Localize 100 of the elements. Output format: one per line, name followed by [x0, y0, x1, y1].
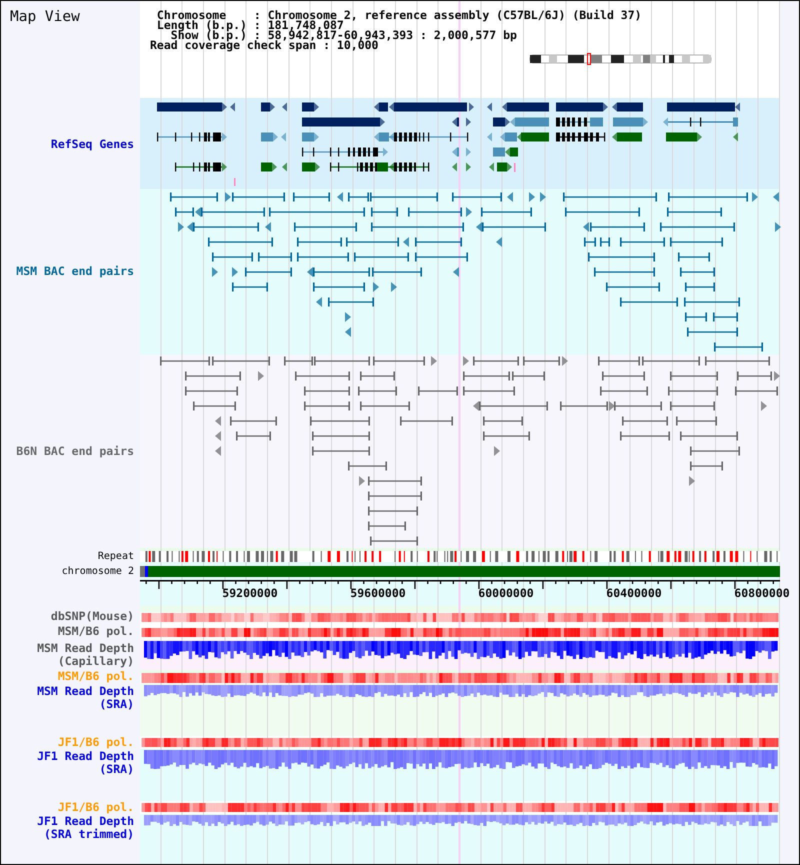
track-label: JF1 Read Depth (SRA) [36, 750, 134, 776]
bac-end-pair [680, 268, 715, 276]
bac-end-pair [452, 192, 502, 202]
bac-end-pair [212, 252, 253, 262]
bac-end-pair [415, 238, 462, 246]
gene-model [302, 102, 319, 112]
gene-model [302, 132, 319, 142]
bac-end-pair [479, 402, 548, 410]
bac-end-pair [348, 462, 387, 470]
bac-end-pair [368, 476, 422, 486]
bac-end-pair [312, 446, 370, 456]
bac-end-pair [620, 298, 678, 306]
bac-end-pair [201, 208, 265, 216]
tick-mark-icon [514, 163, 516, 172]
gene-model [261, 102, 275, 112]
gene-model [489, 162, 512, 172]
bac-end-pair [400, 416, 453, 426]
strand-arrow-icon [230, 102, 235, 112]
bac-end-pair [590, 222, 645, 232]
end-arrow-icon [775, 222, 781, 232]
end-arrow-icon [431, 356, 437, 366]
bac-end-pair [642, 356, 700, 366]
track-label: RefSeq Genes [50, 138, 134, 151]
bac-end-pair [295, 372, 350, 380]
bac-end-pair [473, 356, 519, 366]
bac-end-pair [160, 356, 210, 366]
bac-end-pair [297, 252, 349, 262]
track-label: MSM BAC end pairs [16, 265, 134, 278]
gene-model [556, 102, 608, 112]
bac-end-pair [297, 238, 342, 246]
gene-model [666, 132, 702, 142]
bac-end-pair [245, 268, 292, 276]
bac-end-pair [310, 416, 370, 426]
info-line: Chromosome : Chromosome 2, reference assembly (C57BL/6J) (Build 37) [156, 10, 642, 20]
end-arrow-icon [507, 192, 513, 202]
bac-end-pair [185, 386, 238, 396]
end-arrow-icon [453, 267, 459, 277]
bac-end-pair [232, 192, 285, 202]
bac-end-pair [354, 252, 409, 262]
bac-end-pair [358, 386, 397, 396]
track-label: JF1/B6 pol. [58, 736, 134, 749]
bac-end-pair [418, 386, 458, 396]
gene-model [613, 118, 648, 126]
bac-end-pair [415, 252, 468, 262]
end-arrow-icon [473, 401, 479, 411]
bac-end-pair [670, 402, 715, 410]
strand-arrow-icon [487, 132, 492, 142]
track-label: chromosome 2 [62, 565, 134, 578]
bac-end-pair [294, 222, 357, 232]
end-arrow-icon [761, 401, 767, 411]
end-arrow-icon [583, 222, 589, 232]
gene-model [493, 148, 518, 156]
end-arrow-icon [307, 267, 313, 277]
bac-end-pair [680, 432, 738, 440]
bac-end-pair [193, 402, 236, 410]
end-arrow-icon [463, 356, 469, 366]
end-arrow-icon [258, 371, 264, 381]
track-label: MSM Read Depth (SRA) [36, 685, 134, 711]
bac-end-pair [667, 208, 722, 216]
track-label: B6N BAC end pairs [16, 445, 134, 458]
bac-end-pair [463, 372, 510, 380]
end-arrow-icon [752, 192, 758, 202]
strand-arrow-icon [281, 132, 286, 142]
track-label: MSM Read Depth (Capillary) [36, 642, 134, 668]
axis-label: 60800000 [734, 587, 790, 600]
bac-end-pair [713, 312, 738, 322]
bac-end-pair [373, 356, 425, 366]
track-label: dbSNP(Mouse) [50, 610, 134, 623]
bac-end-pair [232, 282, 268, 292]
bac-end-pair [482, 222, 546, 232]
gene-model [556, 132, 606, 142]
bac-end-pair [313, 268, 370, 276]
bac-end-pair [620, 432, 670, 440]
bac-end-pair [304, 402, 350, 410]
gene-model [452, 148, 459, 156]
bac-end-pair [368, 522, 406, 530]
track-label: MSM/B6 pol. [58, 625, 134, 638]
bac-end-pair [714, 342, 763, 352]
track-label: JF1/B6 pol. [58, 801, 134, 814]
bac-end-pair [360, 402, 410, 410]
strand-arrow-icon [487, 102, 492, 112]
bac-end-pair [360, 372, 395, 380]
bac-end-pair [258, 252, 292, 262]
track-label: MSM/B6 pol. [58, 670, 134, 683]
bac-end-pair [293, 192, 330, 202]
end-arrow-icon [496, 237, 502, 247]
gene-model [302, 162, 320, 172]
bac-end-pair [600, 386, 648, 396]
bac-end-pair [594, 268, 655, 276]
axis-label: 59200000 [222, 587, 278, 600]
region-marker-icon [587, 53, 591, 65]
bac-end-pair [346, 238, 399, 246]
gene-model [175, 162, 227, 172]
bac-end-pair [312, 432, 370, 440]
end-arrow-icon [562, 356, 568, 366]
gene-model [556, 118, 603, 126]
bac-end-pair [737, 372, 772, 380]
bac-end-pair [408, 208, 462, 216]
bac-end-pair [481, 208, 532, 216]
bac-end-pair [670, 372, 718, 380]
